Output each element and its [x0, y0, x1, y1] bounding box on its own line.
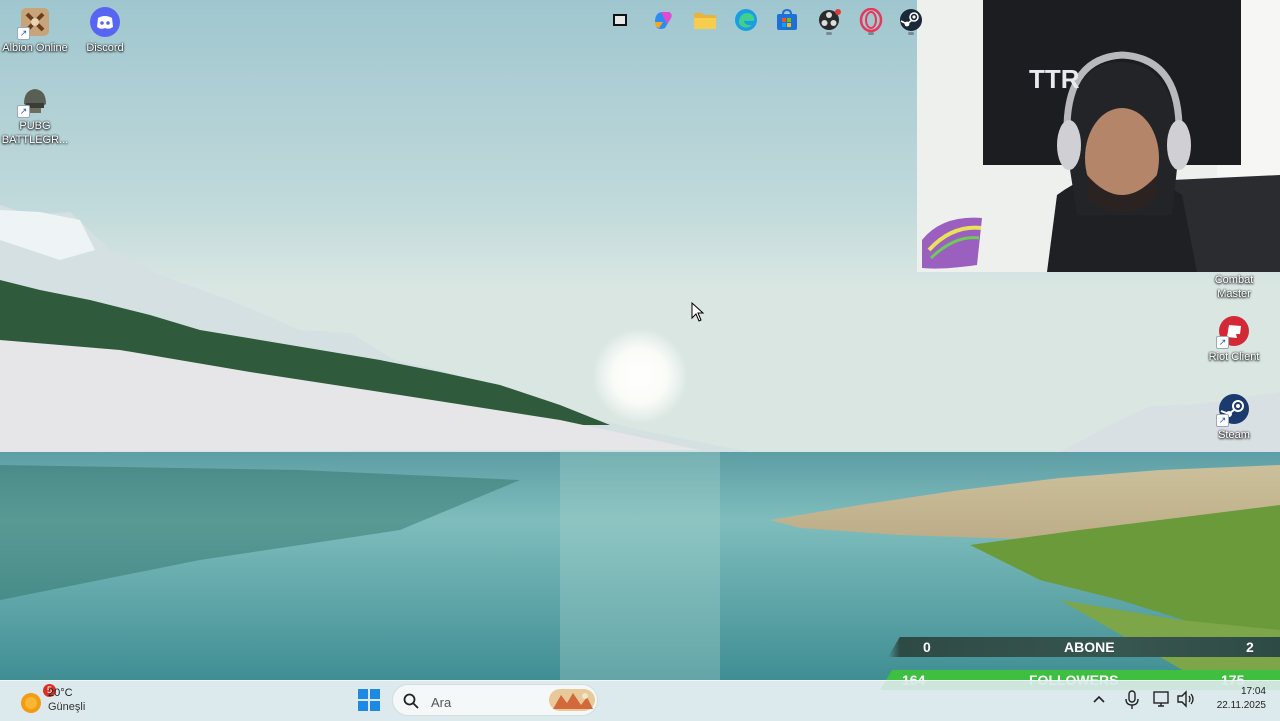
albion-online-icon: ↗ [17, 6, 51, 40]
running-indicator [868, 32, 874, 35]
volume-button[interactable] [1176, 690, 1196, 710]
chevron-up-icon [1093, 695, 1105, 703]
weather-widget[interactable]: 5 20°C Güneşli [16, 684, 96, 718]
weather-temperature: 20°C [48, 687, 73, 699]
webcam-banner-text: TTR [1029, 64, 1080, 94]
opera-gx-icon [859, 8, 883, 32]
mouse-cursor-icon [691, 302, 705, 322]
desktop-icon-combat-master[interactable]: Combat Master [1199, 270, 1269, 301]
obs-icon [819, 9, 841, 30]
microsoft-store-button[interactable] [769, 4, 805, 36]
clock-time: 17:04 [1240, 686, 1266, 697]
clock-date: 22.11.2025 [1216, 700, 1266, 711]
edge-icon [735, 9, 757, 31]
desktop-icon-label: Riot Client [1208, 351, 1260, 363]
webcam-overlay: TTR [917, 0, 1280, 272]
windows-start-icon [358, 689, 380, 711]
volume-icon [1177, 690, 1194, 708]
start-button[interactable] [351, 684, 387, 716]
desktop-icon-label: Combat Master [1214, 274, 1254, 300]
microsoft-store-icon [777, 9, 797, 30]
shortcut-arrow-icon: ↗ [17, 105, 30, 118]
abone-left-value: 0 [923, 639, 931, 655]
copilot-icon [655, 12, 672, 29]
desktop-icon-pubg[interactable]: ↗ PUBG BATTLEGR... [0, 84, 70, 147]
shortcut-arrow-icon: ↗ [17, 27, 30, 40]
desktop-icon-albion-online[interactable]: ↗ Albion Online [0, 6, 70, 55]
weather-sun-icon [21, 693, 41, 713]
abone-stat-bar: 0 ABONE 2 [888, 637, 1280, 657]
search-input[interactable] [429, 692, 543, 712]
desktop-icon-label: Albion Online [2, 42, 68, 54]
steam-icon [900, 9, 922, 31]
steam-icon: ↗ [1216, 393, 1250, 427]
microphone-icon [1125, 690, 1139, 709]
microphone-button[interactable] [1124, 690, 1142, 710]
task-view-icon [613, 14, 627, 26]
desktop-icon-label: Steam [1218, 429, 1250, 441]
desktop-icon-discord[interactable]: Discord [70, 6, 140, 55]
obs-button[interactable] [811, 4, 847, 36]
shortcut-arrow-icon: ↗ [1216, 336, 1229, 349]
steam-taskbar-button[interactable] [893, 4, 929, 36]
edge-button[interactable] [728, 4, 764, 36]
desktop-icon-label: PUBG BATTLEGR... [1, 120, 69, 146]
network-button[interactable] [1152, 690, 1172, 710]
abone-right-value: 2 [1246, 639, 1254, 655]
shortcut-arrow-icon: ↗ [1216, 414, 1229, 427]
search-icon [403, 693, 419, 709]
taskbar-search-box[interactable] [392, 684, 598, 716]
running-indicator [826, 32, 832, 35]
search-highlight-icon [549, 689, 595, 711]
webcam-feed: TTR [917, 0, 1280, 272]
riot-client-icon: ↗ [1216, 315, 1250, 349]
desktop-icon-riot-client[interactable]: ↗ Riot Client [1199, 315, 1269, 364]
copilot-button[interactable] [645, 4, 681, 36]
tray-overflow-button[interactable] [1092, 692, 1112, 708]
taskbar [0, 680, 1280, 721]
file-explorer-icon [694, 13, 716, 29]
weather-condition: Güneşli [48, 701, 86, 713]
discord-icon [89, 6, 121, 38]
desktop-icon-label: Discord [86, 42, 124, 54]
file-explorer-button[interactable] [687, 4, 723, 36]
pubg-icon: ↗ [17, 84, 51, 118]
network-icon [1153, 691, 1169, 707]
desktop-icon-steam[interactable]: ↗ Steam [1199, 393, 1269, 442]
abone-label: ABONE [1064, 639, 1115, 655]
opera-gx-button[interactable] [853, 4, 889, 36]
running-indicator [908, 32, 914, 35]
taskbar-clock[interactable]: 17:04 22.11.2025 [1206, 686, 1266, 716]
task-view-button[interactable] [602, 4, 638, 36]
